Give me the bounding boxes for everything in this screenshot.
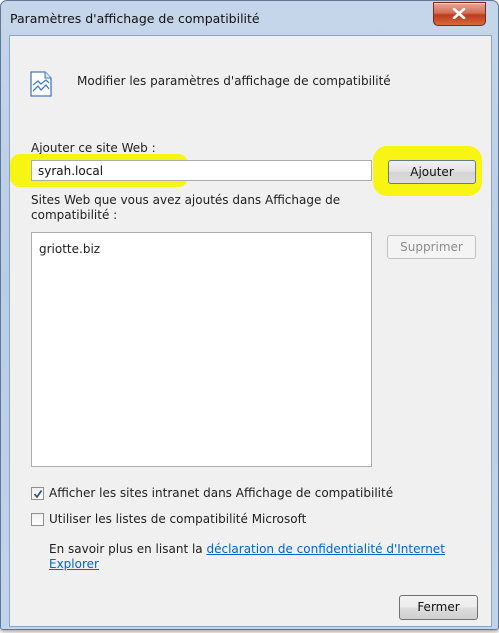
header-description: Modifier les paramètres d'affichage de c… — [77, 74, 391, 88]
add-site-label: Ajouter ce site Web : — [31, 141, 156, 155]
window-title: Paramètres d'affichage de compatibilité — [10, 11, 260, 26]
remove-button[interactable]: Supprimer — [387, 235, 476, 259]
compatibility-view-icon — [30, 71, 52, 100]
privacy-info-prefix: En savoir plus en lisant la — [49, 542, 207, 556]
window-close-button[interactable] — [433, 2, 486, 26]
list-item[interactable]: griotte.biz — [39, 242, 100, 256]
microsoft-lists-checkbox[interactable] — [31, 512, 44, 526]
intranet-checkbox[interactable] — [31, 486, 44, 500]
privacy-info-text: En savoir plus en lisant la déclaration … — [49, 542, 469, 572]
checkmark-icon — [33, 489, 43, 498]
sites-listbox[interactable]: griotte.biz — [31, 232, 372, 467]
intranet-option[interactable]: Afficher les sites intranet dans Afficha… — [31, 485, 393, 501]
close-button[interactable]: Fermer — [399, 595, 478, 620]
microsoft-lists-option-label[interactable]: Utiliser les listes de compatibilité Mic… — [49, 512, 306, 526]
dialog-client-area: Modifier les paramètres d'affichage de c… — [9, 35, 492, 627]
sites-list-label: Sites Web que vous avez ajoutés dans Aff… — [31, 193, 341, 222]
add-site-input[interactable] — [31, 160, 372, 181]
intranet-option-label[interactable]: Afficher les sites intranet dans Afficha… — [49, 486, 393, 500]
close-icon — [452, 8, 466, 19]
microsoft-lists-option[interactable]: Utiliser les listes de compatibilité Mic… — [31, 511, 306, 527]
dialog-window: Paramètres d'affichage de compatibilité … — [0, 0, 499, 630]
add-button[interactable]: Ajouter — [388, 160, 476, 184]
